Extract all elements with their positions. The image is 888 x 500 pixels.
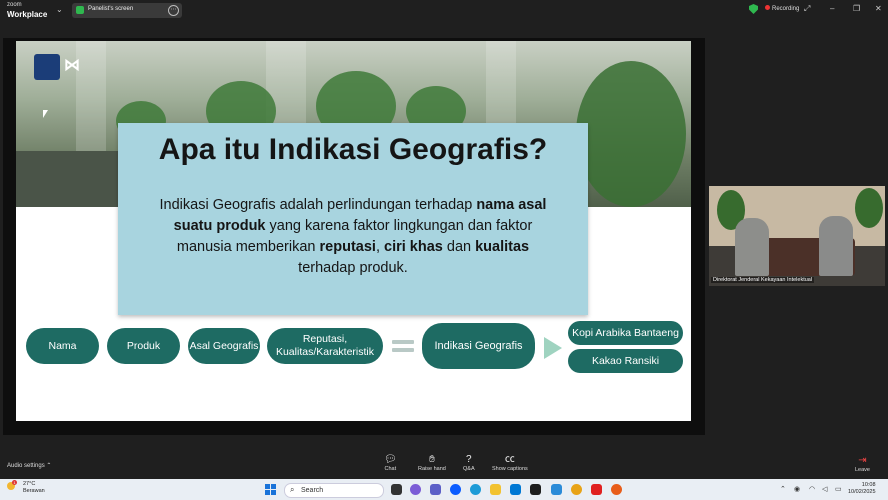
- chevron-up-icon[interactable]: ⌃: [780, 485, 786, 493]
- minimize-icon[interactable]: –: [830, 4, 834, 13]
- battery-icon[interactable]: ▭: [835, 485, 842, 493]
- recording-dot-icon: [765, 5, 770, 10]
- copilot-icon[interactable]: [410, 484, 421, 495]
- outlook-icon[interactable]: [510, 484, 521, 495]
- participant-video-tile[interactable]: Direktorat Jenderal Kekayaan Intelektual: [709, 186, 885, 286]
- leave-button[interactable]: ⇥ Leave: [855, 455, 870, 473]
- dgip-logo-icon: ⋈: [64, 57, 80, 74]
- meeting-controls: Audio settings ⌃ 💬︎ Chat ✋︎ Raise hand ? Q&…: [0, 451, 888, 479]
- participant-left: [735, 218, 769, 276]
- qa-button[interactable]: ? Q&A: [463, 454, 475, 472]
- wifi-icon[interactable]: ◠: [809, 485, 815, 493]
- photos-icon[interactable]: [551, 484, 562, 495]
- security-shield-icon[interactable]: [749, 4, 758, 14]
- volume-icon[interactable]: ◁: [822, 485, 827, 493]
- recording-indicator[interactable]: Recording: [765, 5, 799, 12]
- show-captions-button[interactable]: ㏄ Show captions: [492, 454, 528, 472]
- expand-icon[interactable]: ⤢: [804, 4, 810, 14]
- zoom-title-bar: zoom Workplace ⌄ Panelist's screen ⋯ Rec…: [0, 0, 888, 21]
- participant-name: Direktorat Jenderal Kekayaan Intelektual: [711, 277, 815, 283]
- definition-text: Indikasi Geografis adalah perlindungan t…: [159, 197, 547, 276]
- teams-icon[interactable]: [430, 484, 441, 495]
- chat-label: Chat: [384, 466, 397, 472]
- search-label: Search: [301, 487, 324, 494]
- show-captions-label: Show captions: [492, 466, 528, 472]
- tray-app-icon[interactable]: ◉: [794, 485, 800, 493]
- qa-label: Q&A: [463, 466, 475, 472]
- raise-hand-button[interactable]: ✋︎ Raise hand: [418, 454, 446, 472]
- edge-icon[interactable]: [470, 484, 481, 495]
- weather-badge: 1: [12, 480, 17, 485]
- more-options-icon[interactable]: ⋯: [168, 5, 179, 16]
- raise-hand-icon: ✋︎: [429, 454, 435, 465]
- qa-icon: ?: [466, 454, 472, 465]
- mouse-cursor-icon: [43, 110, 48, 118]
- raise-hand-label: Raise hand: [418, 466, 446, 472]
- weather-temp: 27°C: [23, 481, 36, 487]
- windows-taskbar: 1 27°C Berawan ⌕ Search ⌃ ◉ ◠ ◁ ▭ 10:08 …: [0, 479, 888, 500]
- definition-card: Apa itu Indikasi Geografis? Indikasi Geo…: [118, 123, 588, 315]
- close-icon[interactable]: ✕: [875, 4, 882, 13]
- screen-share-icon: [76, 6, 84, 14]
- flow-nama: Nama: [26, 328, 99, 364]
- windows-start-icon[interactable]: [265, 484, 276, 495]
- leave-label: Leave: [855, 467, 870, 473]
- flow-reputasi: Reputasi, Kualitas/Karakteristik: [267, 328, 383, 364]
- presentation-slide: ⋈ Apa itu Indikasi Geografis? Indikasi G…: [16, 41, 691, 421]
- task-view-icon[interactable]: [391, 484, 402, 495]
- dropbox-icon[interactable]: [530, 484, 541, 495]
- search-icon: ⌕: [290, 485, 295, 494]
- system-clock[interactable]: 10:08 10/02/2025: [848, 482, 876, 496]
- zoom-logo: zoom Workplace: [7, 1, 47, 19]
- chat-icon: 💬︎: [384, 454, 397, 465]
- weather-desc: Berawan: [23, 488, 45, 494]
- equals-icon: [392, 340, 414, 356]
- youtube-icon[interactable]: [591, 484, 602, 495]
- taskbar-search[interactable]: ⌕ Search: [284, 483, 384, 498]
- weather-widget[interactable]: 1 27°C Berawan: [7, 480, 45, 495]
- brave-icon[interactable]: [611, 484, 622, 495]
- flow-produk: Produk: [107, 328, 180, 364]
- restore-icon[interactable]: ❐: [853, 4, 860, 13]
- captions-icon: ㏄: [504, 454, 515, 465]
- chat-button[interactable]: 💬︎ Chat: [384, 454, 397, 472]
- example-kakao: Kakao Ransiki: [568, 349, 683, 373]
- share-screen-tab[interactable]: Panelist's screen ⋯: [72, 3, 182, 18]
- logo-line2: Workplace: [7, 10, 48, 19]
- logo-line1: zoom: [7, 2, 22, 8]
- file-explorer-icon[interactable]: [490, 484, 501, 495]
- flow-indikasi-geografis: Indikasi Geografis: [422, 323, 535, 369]
- zoom-app-icon[interactable]: [450, 484, 461, 495]
- flow-asal-geografis: Asal Geografis: [188, 328, 260, 364]
- slide-title: Apa itu Indikasi Geografis?: [158, 133, 548, 166]
- share-tab-label: Panelist's screen: [88, 6, 134, 12]
- recording-label: Recording: [772, 6, 800, 12]
- example-kopi: Kopi Arabika Bantaeng: [568, 321, 683, 345]
- ministry-logo-icon: [34, 54, 60, 80]
- arrow-right-icon: [544, 337, 562, 359]
- chevron-down-icon[interactable]: ⌄: [56, 5, 63, 14]
- chrome-icon[interactable]: [571, 484, 582, 495]
- audio-settings-button[interactable]: Audio settings ⌃: [7, 462, 51, 469]
- clock-time: 10:08: [861, 482, 876, 488]
- leave-icon: ⇥: [858, 455, 867, 466]
- clock-date: 10/02/2025: [848, 489, 876, 495]
- participant-right: [819, 216, 853, 276]
- audio-settings-label: Audio settings: [7, 463, 45, 469]
